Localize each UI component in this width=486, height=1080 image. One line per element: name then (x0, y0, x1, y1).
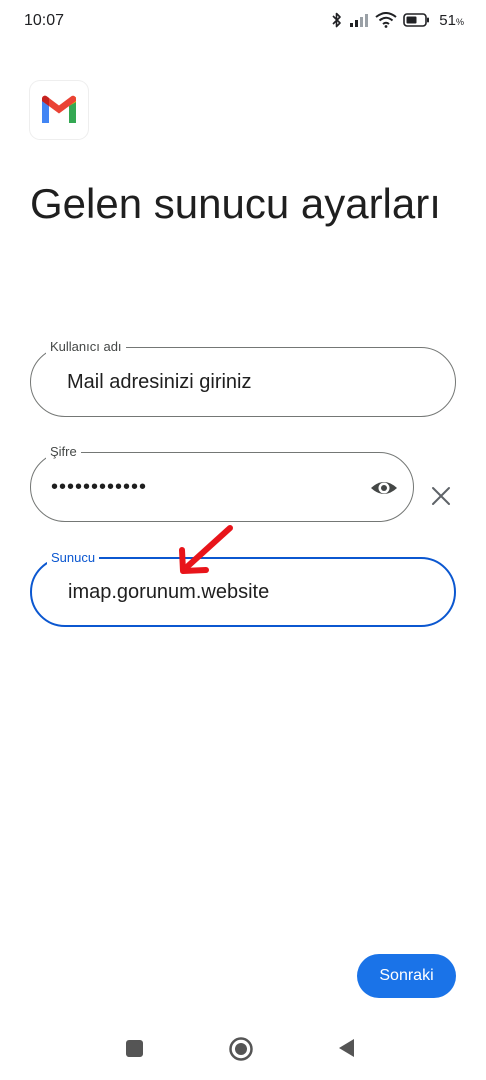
next-button[interactable]: Sonraki (357, 954, 456, 998)
server-field[interactable]: Sunucu imap.gorunum.website (30, 549, 456, 627)
gmail-logo-icon (42, 95, 76, 123)
password-field[interactable]: Şifre •••••••••••• (30, 443, 414, 522)
triangle-back-icon[interactable] (337, 1037, 357, 1064)
close-icon[interactable] (428, 483, 454, 509)
username-field[interactable]: Kullanıcı adı Mail adresinizi giriniz (30, 338, 456, 417)
page-title: Gelen sunucu ayarları (30, 180, 441, 227)
bluetooth-icon (331, 11, 343, 29)
square-icon[interactable] (126, 1040, 143, 1057)
status-icons: 51% (331, 11, 464, 29)
status-time: 10:07 (24, 12, 65, 29)
password-value: •••••••••••• (51, 475, 148, 498)
wifi-icon (375, 12, 397, 28)
navigation-bar (0, 1020, 486, 1080)
signal-icon (349, 12, 369, 28)
server-value: imap.gorunum.website (68, 580, 270, 603)
battery-percent: 51% (439, 11, 464, 29)
circle-icon[interactable] (228, 1036, 254, 1067)
status-bar: 10:07 51% (0, 0, 486, 44)
annotation-arrow-icon (176, 524, 236, 581)
battery-icon (403, 12, 431, 28)
gmail-logo (30, 81, 88, 139)
username-value: Mail adresinizi giriniz (67, 370, 252, 393)
eye-icon[interactable] (369, 473, 399, 503)
